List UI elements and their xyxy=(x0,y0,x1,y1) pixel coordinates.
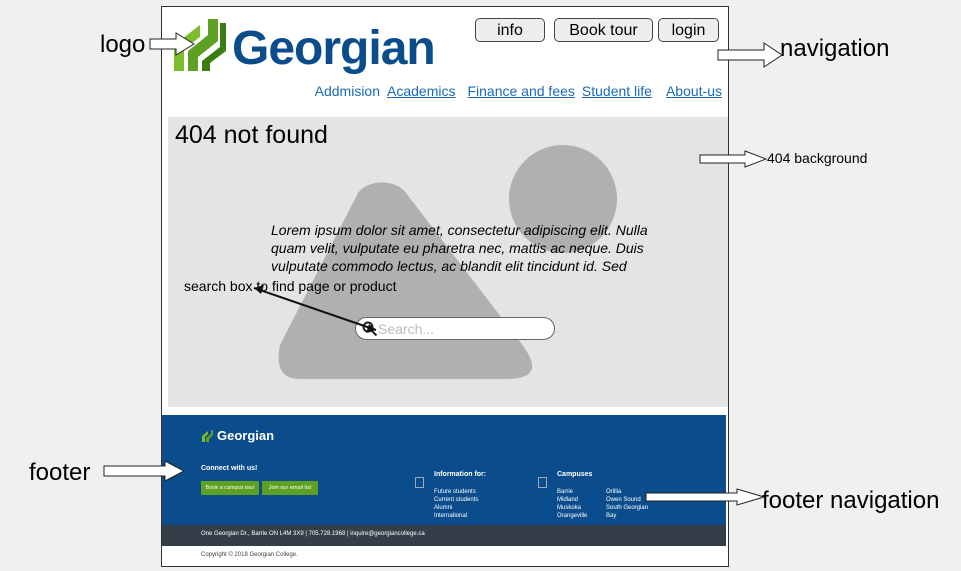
nav-link-student-life[interactable]: Student life xyxy=(582,83,652,99)
footer-link-alumni[interactable]: Alumni xyxy=(434,504,478,512)
join-email-list-button[interactable]: Join our email list xyxy=(262,481,318,495)
footer-info-list: Future students Current students Alumni … xyxy=(434,488,478,520)
book-tour-button[interactable]: Book tour xyxy=(554,18,653,42)
campuses-toggle-icon[interactable] xyxy=(538,477,547,488)
annotation-navigation: navigation xyxy=(780,35,890,62)
nav-link-academics[interactable]: Academics xyxy=(387,83,455,99)
footer-link-barrie[interactable]: Barrie xyxy=(557,488,587,496)
info-button[interactable]: info xyxy=(475,18,545,42)
footer-info-title: Information for: xyxy=(434,471,487,478)
main-navigation: Addmision Academics Finance and fees Stu… xyxy=(315,83,722,99)
search-box[interactable] xyxy=(355,317,555,340)
book-campus-tour-button[interactable]: Book a campus tour xyxy=(201,481,259,495)
nav-link-admission[interactable]: Addmision xyxy=(315,83,380,99)
logo-mark-icon xyxy=(174,19,226,71)
nav-link-finance-fees[interactable]: Finance and fees xyxy=(467,83,574,99)
nav-link-about-us[interactable]: About-us xyxy=(666,83,722,99)
footer-logo-mark-icon xyxy=(202,430,213,442)
annotation-footer-navigation: footer navigation xyxy=(762,487,940,514)
footer: Georgian Connect with us! Book a campus … xyxy=(162,415,726,525)
footer-contact: One Georgian Dr., Barrie ON L4M 3X9 | 70… xyxy=(201,531,425,537)
footer-link-south-georgian[interactable]: South Georgian xyxy=(606,504,648,512)
annotation-logo: logo xyxy=(100,31,146,58)
footer-link-muskoka[interactable]: Muskoka xyxy=(557,504,587,512)
footer-logo[interactable]: Georgian xyxy=(201,428,274,448)
hero-description: Lorem ipsum dolor sit amet, consectetur … xyxy=(271,222,648,274)
annotation-footer: footer xyxy=(29,459,91,486)
footer-campuses-list-2: Orillia Owen Sound South Georgian Bay xyxy=(606,488,648,520)
footer-campuses-list-1: Barrie Midland Muskoka Orangeville xyxy=(557,488,587,520)
footer-copyright: Copyright © 2018 Georgian College. xyxy=(201,552,298,558)
georgian-logo[interactable]: Georgian xyxy=(170,13,450,85)
footer-wordmark: Georgian xyxy=(217,428,275,443)
footer-link-bay[interactable]: Bay xyxy=(606,512,648,520)
footer-link-midland[interactable]: Midland xyxy=(557,496,587,504)
footer-link-future-students[interactable]: Future students xyxy=(434,488,478,496)
footer-link-international[interactable]: International xyxy=(434,512,478,520)
search-icon xyxy=(362,321,378,337)
footer-link-owen-sound[interactable]: Owen Sound xyxy=(606,496,648,504)
info-toggle-icon[interactable] xyxy=(415,477,424,488)
page-title: 404 not found xyxy=(175,121,328,149)
footer-campuses-title: Campuses xyxy=(557,471,593,478)
logo-wordmark: Georgian xyxy=(232,22,436,75)
footer-connect-title: Connect with us! xyxy=(201,465,258,472)
not-found-hero: 404 not found Lorem ipsum dolor sit amet… xyxy=(168,117,728,407)
annotation-404-background: 404 background xyxy=(767,150,868,166)
footer-link-orillia[interactable]: Orillia xyxy=(606,488,648,496)
footer-link-current-students[interactable]: Current students xyxy=(434,496,478,504)
annotation-search-box: search box to find page or product xyxy=(184,278,397,294)
footer-link-orangeville[interactable]: Orangeville xyxy=(557,512,587,520)
search-input[interactable] xyxy=(378,319,543,338)
login-button[interactable]: login xyxy=(658,18,719,42)
footer-contact-bar: One Georgian Dr., Barrie ON L4M 3X9 | 70… xyxy=(162,525,726,546)
